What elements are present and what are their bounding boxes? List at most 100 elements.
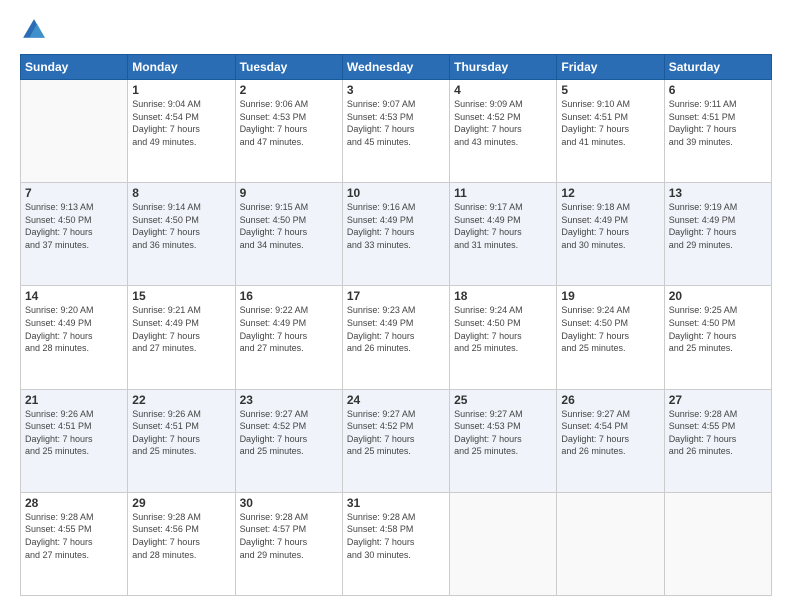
day-info: Sunrise: 9:27 AMSunset: 4:52 PMDaylight:… (240, 408, 338, 458)
day-cell: 7Sunrise: 9:13 AMSunset: 4:50 PMDaylight… (21, 183, 128, 286)
day-number: 15 (132, 289, 230, 303)
day-cell: 12Sunrise: 9:18 AMSunset: 4:49 PMDayligh… (557, 183, 664, 286)
day-number: 17 (347, 289, 445, 303)
day-info: Sunrise: 9:25 AMSunset: 4:50 PMDaylight:… (669, 304, 767, 354)
logo (20, 16, 52, 44)
weekday-header-row: SundayMondayTuesdayWednesdayThursdayFrid… (21, 55, 772, 80)
day-info: Sunrise: 9:21 AMSunset: 4:49 PMDaylight:… (132, 304, 230, 354)
day-number: 30 (240, 496, 338, 510)
day-number: 5 (561, 83, 659, 97)
day-info: Sunrise: 9:23 AMSunset: 4:49 PMDaylight:… (347, 304, 445, 354)
day-number: 18 (454, 289, 552, 303)
day-info: Sunrise: 9:14 AMSunset: 4:50 PMDaylight:… (132, 201, 230, 251)
day-info: Sunrise: 9:18 AMSunset: 4:49 PMDaylight:… (561, 201, 659, 251)
day-info: Sunrise: 9:28 AMSunset: 4:55 PMDaylight:… (25, 511, 123, 561)
day-cell: 19Sunrise: 9:24 AMSunset: 4:50 PMDayligh… (557, 286, 664, 389)
day-cell: 31Sunrise: 9:28 AMSunset: 4:58 PMDayligh… (342, 492, 449, 595)
day-info: Sunrise: 9:11 AMSunset: 4:51 PMDaylight:… (669, 98, 767, 148)
day-info: Sunrise: 9:28 AMSunset: 4:56 PMDaylight:… (132, 511, 230, 561)
day-cell (21, 80, 128, 183)
day-number: 14 (25, 289, 123, 303)
day-info: Sunrise: 9:22 AMSunset: 4:49 PMDaylight:… (240, 304, 338, 354)
day-number: 4 (454, 83, 552, 97)
day-cell (664, 492, 771, 595)
day-info: Sunrise: 9:20 AMSunset: 4:49 PMDaylight:… (25, 304, 123, 354)
day-info: Sunrise: 9:28 AMSunset: 4:58 PMDaylight:… (347, 511, 445, 561)
day-cell: 26Sunrise: 9:27 AMSunset: 4:54 PMDayligh… (557, 389, 664, 492)
day-cell: 13Sunrise: 9:19 AMSunset: 4:49 PMDayligh… (664, 183, 771, 286)
day-cell: 1Sunrise: 9:04 AMSunset: 4:54 PMDaylight… (128, 80, 235, 183)
day-cell: 11Sunrise: 9:17 AMSunset: 4:49 PMDayligh… (450, 183, 557, 286)
day-info: Sunrise: 9:24 AMSunset: 4:50 PMDaylight:… (561, 304, 659, 354)
day-cell: 16Sunrise: 9:22 AMSunset: 4:49 PMDayligh… (235, 286, 342, 389)
day-cell: 30Sunrise: 9:28 AMSunset: 4:57 PMDayligh… (235, 492, 342, 595)
weekday-header-wednesday: Wednesday (342, 55, 449, 80)
day-info: Sunrise: 9:26 AMSunset: 4:51 PMDaylight:… (25, 408, 123, 458)
day-cell: 8Sunrise: 9:14 AMSunset: 4:50 PMDaylight… (128, 183, 235, 286)
day-number: 11 (454, 186, 552, 200)
day-cell: 22Sunrise: 9:26 AMSunset: 4:51 PMDayligh… (128, 389, 235, 492)
week-row-5: 28Sunrise: 9:28 AMSunset: 4:55 PMDayligh… (21, 492, 772, 595)
day-cell: 28Sunrise: 9:28 AMSunset: 4:55 PMDayligh… (21, 492, 128, 595)
day-cell (557, 492, 664, 595)
day-cell: 4Sunrise: 9:09 AMSunset: 4:52 PMDaylight… (450, 80, 557, 183)
weekday-header-thursday: Thursday (450, 55, 557, 80)
logo-icon (20, 16, 48, 44)
day-cell: 5Sunrise: 9:10 AMSunset: 4:51 PMDaylight… (557, 80, 664, 183)
day-cell: 6Sunrise: 9:11 AMSunset: 4:51 PMDaylight… (664, 80, 771, 183)
day-cell: 10Sunrise: 9:16 AMSunset: 4:49 PMDayligh… (342, 183, 449, 286)
week-row-4: 21Sunrise: 9:26 AMSunset: 4:51 PMDayligh… (21, 389, 772, 492)
day-cell: 18Sunrise: 9:24 AMSunset: 4:50 PMDayligh… (450, 286, 557, 389)
day-number: 31 (347, 496, 445, 510)
day-cell (450, 492, 557, 595)
week-row-2: 7Sunrise: 9:13 AMSunset: 4:50 PMDaylight… (21, 183, 772, 286)
day-number: 25 (454, 393, 552, 407)
day-info: Sunrise: 9:15 AMSunset: 4:50 PMDaylight:… (240, 201, 338, 251)
day-info: Sunrise: 9:28 AMSunset: 4:57 PMDaylight:… (240, 511, 338, 561)
day-cell: 29Sunrise: 9:28 AMSunset: 4:56 PMDayligh… (128, 492, 235, 595)
day-info: Sunrise: 9:13 AMSunset: 4:50 PMDaylight:… (25, 201, 123, 251)
day-info: Sunrise: 9:28 AMSunset: 4:55 PMDaylight:… (669, 408, 767, 458)
day-info: Sunrise: 9:04 AMSunset: 4:54 PMDaylight:… (132, 98, 230, 148)
day-number: 28 (25, 496, 123, 510)
day-number: 21 (25, 393, 123, 407)
day-cell: 17Sunrise: 9:23 AMSunset: 4:49 PMDayligh… (342, 286, 449, 389)
day-number: 13 (669, 186, 767, 200)
day-info: Sunrise: 9:10 AMSunset: 4:51 PMDaylight:… (561, 98, 659, 148)
day-number: 10 (347, 186, 445, 200)
day-cell: 24Sunrise: 9:27 AMSunset: 4:52 PMDayligh… (342, 389, 449, 492)
day-cell: 3Sunrise: 9:07 AMSunset: 4:53 PMDaylight… (342, 80, 449, 183)
day-cell: 15Sunrise: 9:21 AMSunset: 4:49 PMDayligh… (128, 286, 235, 389)
day-cell: 27Sunrise: 9:28 AMSunset: 4:55 PMDayligh… (664, 389, 771, 492)
day-info: Sunrise: 9:24 AMSunset: 4:50 PMDaylight:… (454, 304, 552, 354)
day-number: 2 (240, 83, 338, 97)
weekday-header-friday: Friday (557, 55, 664, 80)
day-number: 24 (347, 393, 445, 407)
day-number: 7 (25, 186, 123, 200)
day-cell: 20Sunrise: 9:25 AMSunset: 4:50 PMDayligh… (664, 286, 771, 389)
day-number: 19 (561, 289, 659, 303)
weekday-header-sunday: Sunday (21, 55, 128, 80)
day-number: 26 (561, 393, 659, 407)
day-number: 6 (669, 83, 767, 97)
day-info: Sunrise: 9:17 AMSunset: 4:49 PMDaylight:… (454, 201, 552, 251)
day-info: Sunrise: 9:16 AMSunset: 4:49 PMDaylight:… (347, 201, 445, 251)
day-number: 8 (132, 186, 230, 200)
day-info: Sunrise: 9:26 AMSunset: 4:51 PMDaylight:… (132, 408, 230, 458)
day-number: 16 (240, 289, 338, 303)
weekday-header-monday: Monday (128, 55, 235, 80)
day-cell: 2Sunrise: 9:06 AMSunset: 4:53 PMDaylight… (235, 80, 342, 183)
day-info: Sunrise: 9:27 AMSunset: 4:52 PMDaylight:… (347, 408, 445, 458)
day-number: 29 (132, 496, 230, 510)
day-cell: 14Sunrise: 9:20 AMSunset: 4:49 PMDayligh… (21, 286, 128, 389)
day-number: 1 (132, 83, 230, 97)
day-number: 12 (561, 186, 659, 200)
day-info: Sunrise: 9:06 AMSunset: 4:53 PMDaylight:… (240, 98, 338, 148)
page: SundayMondayTuesdayWednesdayThursdayFrid… (0, 0, 792, 612)
day-number: 9 (240, 186, 338, 200)
day-cell: 9Sunrise: 9:15 AMSunset: 4:50 PMDaylight… (235, 183, 342, 286)
weekday-header-tuesday: Tuesday (235, 55, 342, 80)
day-number: 3 (347, 83, 445, 97)
day-info: Sunrise: 9:09 AMSunset: 4:52 PMDaylight:… (454, 98, 552, 148)
weekday-header-saturday: Saturday (664, 55, 771, 80)
